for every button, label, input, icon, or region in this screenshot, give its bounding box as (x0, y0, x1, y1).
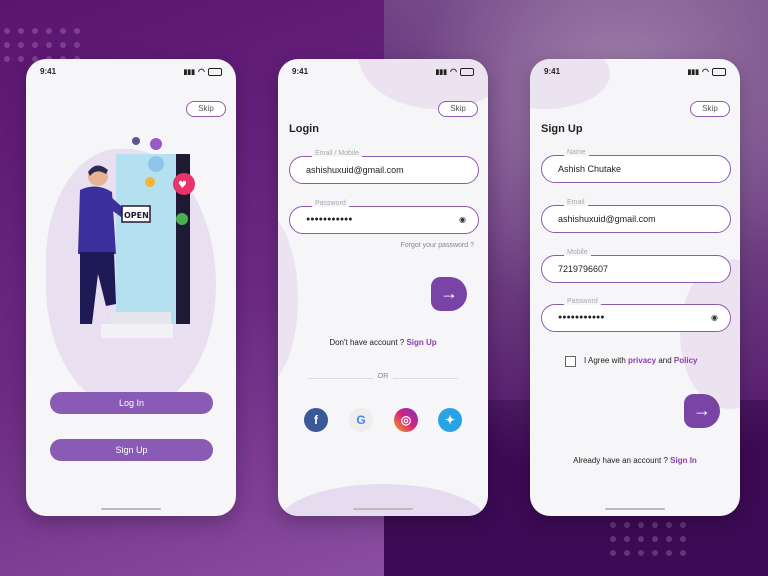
password-field[interactable]: Password ●●●●●●●●●●● ◉ (289, 200, 479, 234)
email-label: Email (564, 199, 588, 206)
home-indicator (101, 508, 161, 510)
name-label: Name (564, 149, 589, 156)
decor-bottom (278, 484, 488, 516)
open-sign-text: OPEN (124, 211, 149, 220)
wifi-icon: ◠ (450, 67, 457, 76)
step (111, 312, 171, 324)
signin-link[interactable]: Sign In (670, 456, 697, 465)
signup-screen: 9:41 ▮▮▮ ◠ Skip Sign Up Name Ashish Chut… (530, 59, 740, 516)
password-label: Password (312, 200, 349, 207)
privacy-link[interactable]: privacy (628, 356, 656, 365)
battery-icon (208, 67, 222, 76)
status-bar: 9:41 ▮▮▮ ◠ (530, 67, 740, 79)
bell-bubble (150, 138, 162, 150)
status-time: 9:41 (40, 67, 57, 76)
skip-button[interactable]: Skip (438, 101, 478, 117)
status-time: 9:41 (544, 67, 561, 76)
have-account-text: Already have an account ? (573, 456, 668, 465)
home-indicator (605, 508, 665, 510)
forgot-password-link[interactable]: Forgot your password ? (400, 242, 474, 249)
signup-link[interactable]: Sign Up (406, 338, 436, 347)
email-value: ashishuxuid@gmail.com (558, 214, 656, 224)
battery-icon (712, 67, 726, 76)
battery-icon (460, 67, 474, 76)
welcome-screen: 9:41 ▮▮▮ ◠ Skip ♥ OPEN Log In Sign Up (26, 59, 236, 516)
mobile-field[interactable]: Mobile 7219796607 (541, 249, 731, 283)
skip-button[interactable]: Skip (690, 101, 730, 117)
signal-icon: ▮▮▮ (435, 68, 448, 76)
login-screen: 9:41 ▮▮▮ ◠ Skip Login Email / Mobile ash… (278, 59, 488, 516)
status-icons: ▮▮▮ ◠ (183, 67, 222, 76)
agree-and: and (658, 356, 672, 365)
status-icons: ▮▮▮ ◠ (687, 67, 726, 76)
name-field[interactable]: Name Ashish Chutake (541, 149, 731, 183)
wifi-icon: ◠ (198, 67, 205, 76)
mobile-value: 7219796607 (558, 264, 609, 274)
arrow-right-icon[interactable]: → (431, 277, 467, 311)
skip-button[interactable]: Skip (186, 101, 226, 117)
email-field[interactable]: Email ashishuxuid@gmail.com (541, 199, 731, 233)
policy-link[interactable]: Policy (674, 356, 698, 365)
agree-checkbox[interactable] (565, 356, 576, 367)
signin-prompt: Already have an account ? Sign In (530, 456, 740, 465)
dots-pattern (610, 522, 694, 564)
svg-text:♥: ♥ (178, 180, 187, 191)
status-time: 9:41 (292, 67, 309, 76)
divider-text: OR (373, 373, 393, 380)
share-bubble (176, 213, 188, 225)
email-field[interactable]: Email / Mobile ashishuxuid@gmail.com (289, 150, 479, 184)
status-bar: 9:41 ▮▮▮ ◠ (278, 67, 488, 79)
step (101, 324, 173, 338)
signal-icon: ▮▮▮ (687, 68, 700, 76)
no-account-text: Don't have account ? (329, 338, 405, 347)
person-legs (80, 252, 116, 324)
password-value: ●●●●●●●●●●● (558, 314, 605, 321)
signal-icon: ▮▮▮ (183, 68, 196, 76)
status-bar: 9:41 ▮▮▮ ◠ (26, 67, 236, 79)
login-button[interactable]: Log In (50, 392, 213, 414)
status-icons: ▮▮▮ ◠ (435, 67, 474, 76)
facebook-icon[interactable]: f (304, 408, 328, 432)
mobile-label: Mobile (564, 249, 591, 256)
name-value: Ashish Chutake (558, 164, 622, 174)
signup-button[interactable]: Sign Up (50, 439, 213, 461)
password-field[interactable]: Password ●●●●●●●●●●● ◉ (541, 298, 731, 332)
eye-icon[interactable]: ◉ (459, 215, 466, 224)
google-icon[interactable]: G (349, 408, 373, 432)
twitter-icon[interactable]: ✦ (438, 408, 462, 432)
eye-icon[interactable]: ◉ (711, 313, 718, 322)
email-label: Email / Mobile (312, 150, 362, 157)
cart-bubble (148, 156, 164, 172)
instagram-icon[interactable]: ◎ (394, 408, 418, 432)
agree-text: I Agree with privacy and Policy (584, 356, 697, 365)
arrow-right-icon[interactable]: → (684, 394, 720, 428)
password-value: ●●●●●●●●●●● (306, 216, 353, 223)
decor-circle (278, 209, 298, 389)
page-title: Login (289, 123, 319, 135)
home-indicator (353, 508, 413, 510)
star-bubble (145, 177, 155, 187)
page-title: Sign Up (541, 123, 583, 135)
password-label: Password (564, 298, 601, 305)
agree-prefix: I Agree with (584, 356, 626, 365)
email-value: ashishuxuid@gmail.com (306, 165, 404, 175)
wifi-icon: ◠ (702, 67, 709, 76)
search-bubble (132, 137, 140, 145)
signup-prompt: Don't have account ? Sign Up (278, 338, 488, 347)
shop-illustration: ♥ OPEN (78, 137, 195, 338)
